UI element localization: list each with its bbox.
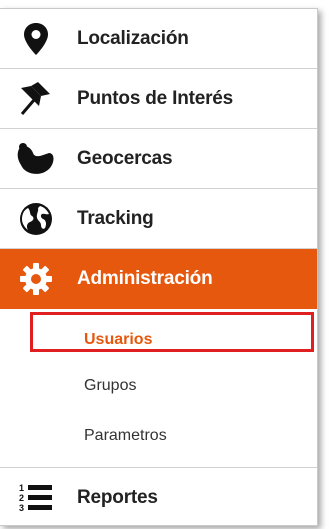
submenu-item-parametros[interactable]: Parametros xyxy=(0,413,317,459)
menu-item-label: Geocercas xyxy=(77,147,173,169)
menu-item-label: Tracking xyxy=(77,207,154,229)
menu-item-puntos-de-interes[interactable]: Puntos de Interés xyxy=(0,69,317,129)
menu-item-tracking[interactable]: Tracking xyxy=(0,189,317,249)
svg-text:2: 2 xyxy=(19,493,24,503)
svg-text:3: 3 xyxy=(19,503,24,513)
menu-item-label: Administración xyxy=(77,268,213,289)
menu-item-reportes[interactable]: 1 2 3 Reportes xyxy=(0,468,317,528)
submenu-item-label: Usuarios xyxy=(84,331,153,348)
submenu-item-label: Grupos xyxy=(84,377,137,394)
submenu-item-grupos[interactable]: Grupos xyxy=(0,363,317,409)
submenu-item-usuarios[interactable]: Usuarios xyxy=(0,317,317,363)
globe-icon xyxy=(16,199,56,239)
numbered-list-icon: 1 2 3 xyxy=(16,478,56,518)
svg-text:1: 1 xyxy=(19,483,24,493)
menu-item-label: Reportes xyxy=(77,487,158,508)
menu-item-label: Localización xyxy=(77,27,189,49)
submenu-item-label: Parametros xyxy=(84,427,167,444)
menu-item-localizacion[interactable]: Localización xyxy=(0,9,317,69)
menu-item-administracion[interactable]: Administración xyxy=(0,249,317,309)
geofence-icon xyxy=(16,139,56,179)
pushpin-icon xyxy=(16,79,56,119)
gear-icon xyxy=(16,259,56,299)
menu-item-geocercas[interactable]: Geocercas xyxy=(0,129,317,189)
menu-item-label: Puntos de Interés xyxy=(77,87,234,109)
navigation-menu: Localización Puntos de Interés Geocercas xyxy=(0,8,318,526)
location-pin-icon xyxy=(16,19,56,59)
